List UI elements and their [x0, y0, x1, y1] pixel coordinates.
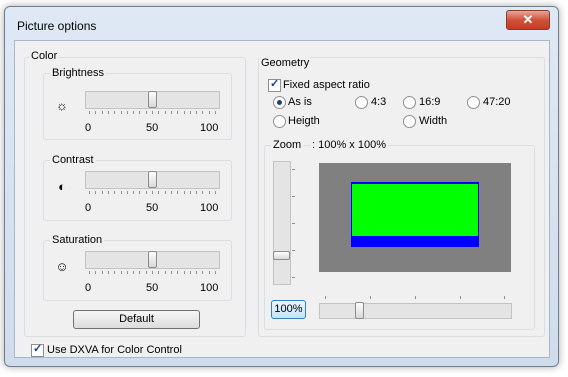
sun-icon: ☼: [56, 98, 68, 113]
window-title: Picture options: [17, 19, 97, 33]
horizontal-zoom-ticks: [325, 296, 505, 300]
horizontal-zoom-slider[interactable]: [319, 303, 512, 319]
brightness-label: Brightness: [50, 67, 106, 79]
vertical-zoom-slider[interactable]: [273, 161, 291, 285]
brightness-ticks: [89, 111, 216, 115]
zoom-value: : 100% x 100%: [310, 139, 388, 151]
radio-height-label: Heigth: [288, 115, 320, 127]
video-preview: [319, 163, 511, 272]
radio-47-20[interactable]: [467, 96, 480, 109]
dialog-client-area: Color Brightness ☼ 0 50 100 Contrast ◐ 0…: [14, 40, 550, 358]
contrast-slider-thumb[interactable]: [148, 171, 157, 188]
video-frame-green: [352, 184, 478, 236]
zoom-reset-button[interactable]: 100%: [271, 300, 306, 319]
title-bar: Picture options ✕: [5, 7, 558, 37]
geometry-group-label: Geometry: [259, 57, 312, 69]
contrast-label: Contrast: [50, 154, 96, 166]
saturation-tick-0: 0: [85, 282, 92, 294]
radio-47-20-label: 47:20: [483, 96, 511, 108]
vertical-zoom-ticks: [292, 169, 295, 279]
radio-height[interactable]: [273, 115, 286, 128]
radio-4-3-label: 4:3: [371, 96, 387, 108]
brightness-tick-50: 50: [146, 122, 159, 134]
dxva-checkbox[interactable]: [31, 342, 44, 357]
vertical-zoom-thumb[interactable]: [273, 251, 290, 260]
radio-width[interactable]: [403, 115, 416, 128]
saturation-tick-100: 100: [200, 282, 219, 294]
contrast-ticks: [89, 191, 216, 195]
radio-width-label: Width: [419, 115, 448, 127]
radio-4-3[interactable]: [355, 96, 368, 109]
picture-options-window: Picture options ✕ Color Brightness ☼ 0 5…: [4, 6, 559, 367]
fixed-aspect-checkbox[interactable]: [268, 77, 281, 92]
saturation-tick-50: 50: [146, 282, 159, 294]
default-button[interactable]: Default: [73, 310, 200, 329]
contrast-tick-50: 50: [146, 202, 159, 214]
radio-as-is-label: As is: [288, 96, 312, 108]
horizontal-zoom-thumb[interactable]: [355, 302, 364, 319]
contrast-tick-100: 100: [200, 202, 219, 214]
color-group-label: Color: [29, 50, 60, 62]
brightness-tick-100: 100: [200, 122, 219, 134]
contrast-icon: ◐: [58, 179, 66, 194]
saturation-slider-thumb[interactable]: [148, 251, 157, 268]
radio-as-is[interactable]: [273, 96, 286, 109]
saturation-ticks: [89, 271, 216, 275]
close-button[interactable]: ✕: [506, 10, 550, 30]
radio-16-9[interactable]: [403, 96, 416, 109]
brightness-slider-thumb[interactable]: [148, 91, 157, 108]
saturation-icon: ☺: [55, 259, 69, 274]
contrast-tick-0: 0: [85, 202, 92, 214]
brightness-tick-0: 0: [85, 122, 92, 134]
radio-16-9-label: 16:9: [419, 96, 441, 108]
dxva-label: Use DXVA for Color Control: [47, 344, 182, 356]
fixed-aspect-label: Fixed aspect ratio: [283, 79, 370, 91]
saturation-label: Saturation: [50, 234, 105, 246]
zoom-label: Zoom: [271, 139, 304, 151]
